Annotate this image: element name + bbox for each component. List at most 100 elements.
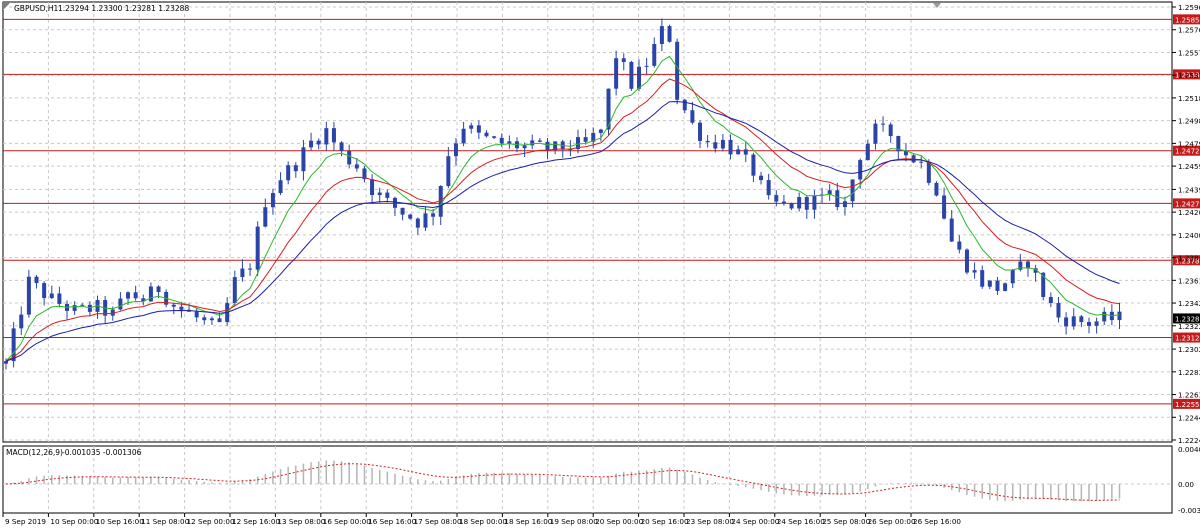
candle-body [263, 207, 268, 227]
candle-body [812, 195, 817, 210]
candle-body [34, 276, 39, 284]
price-chart[interactable]: 1.258541.253821.247271.242751.237871.231… [0, 0, 1200, 531]
candle-body [926, 161, 931, 183]
time-tick-label: 20 Sep 00:00 [595, 517, 643, 526]
time-tick-label: 10 Sep 16:00 [96, 517, 144, 526]
time-tick-label: 12 Sep 00:00 [187, 517, 235, 526]
candle-body [888, 124, 893, 137]
price-tick-label: 1.23420 [1178, 299, 1200, 308]
candle-body [232, 277, 237, 304]
candle-body [652, 43, 657, 66]
macd-label: MACD(12,26,9) [6, 448, 63, 457]
candle-body [377, 192, 382, 196]
candle-body [537, 140, 542, 142]
candle-body [57, 293, 62, 304]
candle-body [431, 213, 436, 217]
candle-body [171, 304, 176, 307]
time-tick-label: 18 Sep 16:00 [504, 517, 552, 526]
candle-body [987, 280, 992, 287]
candle-body [309, 140, 314, 148]
price-tick-label: 1.22440 [1178, 413, 1200, 422]
time-tick-label: 12 Sep 16:00 [232, 517, 280, 526]
macd-values: -0.001035 -0.001306 [62, 448, 142, 457]
candle-body [1102, 311, 1107, 322]
candle-body [1079, 316, 1084, 323]
candle-body [354, 164, 359, 169]
candle-body [148, 286, 153, 302]
ohlc-readout: 1.23294 1.23300 1.23281 1.23288 [58, 4, 189, 13]
price-tick-label: 1.23615 [1178, 276, 1200, 285]
candle-body [964, 249, 969, 273]
candle-body [797, 197, 802, 209]
price-tick-label: 1.24790 [1178, 139, 1200, 148]
macd-tick-label: 0.00 [1178, 480, 1194, 489]
candle-body [598, 129, 603, 133]
level-tag-label: 1.23124 [1175, 335, 1200, 343]
price-tick-label: 1.25375 [1178, 71, 1200, 80]
candle-body [720, 139, 725, 149]
level-tag-label: 1.24727 [1175, 148, 1200, 156]
candle-body [217, 318, 222, 323]
candle-body [781, 201, 786, 204]
candle-body [72, 305, 77, 311]
time-tick-label: 19 Sep 08:00 [550, 517, 598, 526]
candle-body [759, 175, 764, 181]
candle-body [751, 154, 756, 176]
candle-body [156, 286, 161, 292]
price-tick-label: 1.24595 [1178, 162, 1200, 171]
candle-body [995, 280, 1000, 291]
chart-grid [3, 2, 1172, 513]
price-tick-label: 1.25180 [1178, 94, 1200, 103]
candle-body [774, 195, 779, 202]
candle-body [881, 123, 886, 125]
candle-body [545, 141, 550, 151]
candle-body [461, 128, 466, 144]
candle-body [80, 304, 85, 306]
candle-body [743, 149, 748, 155]
candle-body [270, 193, 275, 208]
candle-body [446, 156, 451, 187]
time-tick-label: 17 Sep 08:00 [414, 517, 462, 526]
candle-body [957, 241, 962, 250]
price-tick-label: 1.24200 [1178, 208, 1200, 217]
candle-body [629, 61, 634, 89]
candle-body [415, 218, 420, 228]
time-axis: 9 Sep 2019 10 Sep 00:0010 Sep 16:0011 Sep… [2, 513, 961, 526]
candle-body [408, 214, 413, 219]
candle-body [133, 292, 138, 299]
candle-body [766, 180, 771, 196]
time-tick-label: 24 Sep 16:00 [777, 517, 825, 526]
candlestick-series [4, 18, 1122, 370]
candle-body [621, 58, 626, 62]
candle-body [423, 213, 428, 228]
price-tick-label: 1.24985 [1178, 117, 1200, 126]
candle-body [637, 66, 642, 89]
price-tick-label: 1.23810 [1178, 254, 1200, 263]
candle-body [972, 270, 977, 273]
candle-body [118, 298, 123, 310]
candle-body [919, 161, 924, 163]
candle-body [949, 218, 954, 242]
candle-body [934, 182, 939, 196]
candle-body [1048, 296, 1053, 303]
time-tick-label: 23 Sep 08:00 [686, 517, 734, 526]
candle-body [453, 143, 458, 157]
candle-body [484, 132, 489, 137]
macd-panel [5, 460, 1121, 502]
candle-body [255, 226, 260, 270]
candle-body [324, 128, 329, 145]
candle-body [728, 139, 733, 155]
candle-body [392, 197, 397, 208]
time-tick-label: 13 Sep 08:00 [277, 517, 325, 526]
time-tick-label: 20 Sep 16:00 [641, 517, 689, 526]
candle-body [1094, 321, 1099, 326]
candle-body [1064, 317, 1069, 327]
price-tick-label: 1.24395 [1178, 185, 1200, 194]
candle-body [682, 99, 687, 111]
price-tick-label: 1.25960 [1178, 3, 1200, 12]
candle-body [209, 318, 214, 321]
price-tick-label: 1.22635 [1178, 391, 1200, 400]
main-pane-border [2, 1, 1173, 443]
candle-body [469, 125, 474, 129]
ma-fast-line [5, 55, 1120, 362]
